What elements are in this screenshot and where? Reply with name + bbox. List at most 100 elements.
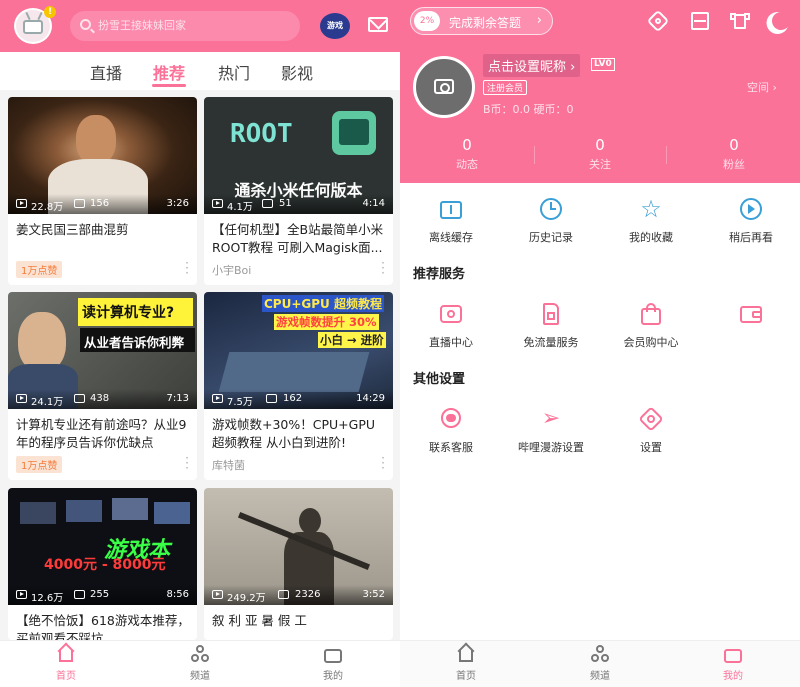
play-count-icon: [212, 394, 223, 403]
nav-mine[interactable]: 我的: [303, 645, 363, 682]
danmaku-icon: [266, 394, 277, 403]
view-count: 249.2万: [227, 593, 266, 604]
view-count: 12.6万: [31, 593, 64, 604]
search-placeholder: 扮雪王接妹妹回家: [98, 19, 186, 32]
video-meta: 12.6万 255 8:56: [8, 585, 197, 605]
more-options-icon[interactable]: · · ·: [381, 452, 385, 474]
mail-icon[interactable]: [368, 17, 388, 32]
thumbnail-subtext: 游戏帧数提升 30%: [274, 314, 379, 330]
danmaku-icon: [262, 199, 273, 208]
nav-home[interactable]: 首页: [36, 642, 96, 682]
channel-icon: [190, 645, 210, 663]
video-meta: 24.1万 438 7:13: [8, 389, 197, 409]
coin-balance: B币：0.0 硬币：0: [483, 103, 574, 116]
settings-gear-icon: [638, 406, 664, 432]
video-author[interactable]: 小宇Boi: [212, 262, 251, 278]
video-card[interactable]: 22.8万 156 3:26 姜文民国三部曲混剪 1万点赞 · · ·: [8, 97, 197, 285]
set-nickname-button[interactable]: 点击设置昵称 ›: [483, 54, 581, 77]
nav-home[interactable]: 首页: [436, 642, 496, 682]
stat-dynamic[interactable]: 0 动态: [427, 136, 507, 172]
video-author[interactable]: 库特菌: [212, 457, 245, 473]
more-options-icon[interactable]: · · ·: [185, 452, 189, 474]
danmaku-icon: [74, 199, 85, 208]
profile-avatar[interactable]: [413, 56, 475, 118]
profile-screen: 2% 完成剩余答题 › 点击设置昵称 › LV0 注册会员 B币：0.0 硬币：…: [400, 0, 800, 687]
nickname-label: 点击设置昵称: [488, 60, 567, 75]
night-mode-icon[interactable]: [770, 11, 790, 31]
wallet-item[interactable]: [706, 302, 796, 334]
favorites-item[interactable]: ☆ 我的收藏: [606, 197, 696, 245]
danmaku-count: 2326: [295, 589, 321, 600]
video-card[interactable]: 249.2万 2326 3:52 叙 利 亚 暑 假 工: [204, 488, 393, 640]
scan-icon[interactable]: [690, 11, 710, 31]
likes-badge: 1万点赞: [16, 456, 63, 473]
video-card[interactable]: CPU+GPU 超频教程 游戏帧数提升 30% 小白 → 进阶 7.5万 162…: [204, 292, 393, 480]
view-count: 7.5万: [227, 397, 253, 408]
download-folder-icon: [439, 197, 463, 221]
search-icon: [80, 19, 91, 30]
video-title: 计算机专业还有前途吗？从业9年的程序员告诉你优缺点: [16, 417, 187, 450]
nav-channel[interactable]: 频道: [170, 645, 230, 682]
divider: [666, 146, 667, 164]
nav-mine[interactable]: 我的: [703, 645, 763, 682]
theme-shirt-icon[interactable]: [730, 11, 750, 31]
roaming-settings-item[interactable]: ➢ 哔哩漫游设置: [506, 407, 596, 455]
bottom-navigation: 首页 频道 我的: [400, 640, 800, 687]
video-card[interactable]: 游戏本 4000元 - 8000元 12.6万 255 8:56 【绝不恰饭】6…: [8, 488, 197, 640]
profile-header: 2% 完成剩余答题 › 点击设置昵称 › LV0 注册会员 B币：0.0 硬币：…: [400, 0, 800, 183]
video-title: 姜文民国三部曲混剪: [16, 222, 129, 237]
item-label: 哔哩漫游设置: [518, 441, 584, 454]
thumbnail-text: 读计算机专业?: [82, 305, 175, 321]
more-options-icon[interactable]: · · ·: [381, 257, 385, 279]
tv-icon: [323, 645, 343, 663]
video-duration: 7:13: [166, 393, 189, 404]
tab-movies[interactable]: 影视: [281, 60, 313, 84]
video-card[interactable]: 读计算机专业? 从业者告诉你利弊 24.1万 438 7:13 计算机专业还有前…: [8, 292, 197, 480]
vip-shop-item[interactable]: 会员购中心: [606, 302, 696, 350]
danmaku-count: 438: [90, 393, 110, 404]
play-count-icon: [16, 199, 27, 208]
history-item[interactable]: 历史记录: [506, 197, 596, 245]
tab-hot[interactable]: 热门: [218, 60, 250, 84]
customer-service-item[interactable]: 联系客服: [406, 407, 496, 455]
camera-icon: [434, 79, 454, 94]
quiz-button[interactable]: 2% 完成剩余答题 ›: [410, 7, 553, 35]
home-tabs: 直播 推荐 热门 影视: [0, 52, 400, 90]
video-meta: 249.2万 2326 3:52: [204, 585, 393, 605]
search-input[interactable]: 扮雪王接妹妹回家: [70, 11, 300, 41]
danmaku-count: 51: [279, 198, 292, 209]
free-data-item[interactable]: 免流量服务: [506, 302, 596, 350]
thumbnail-subtext: 从业者告诉你利弊: [84, 335, 185, 350]
space-label: 空间: [747, 81, 769, 94]
danmaku-count: 156: [90, 198, 110, 209]
video-duration: 3:26: [166, 198, 189, 209]
space-link[interactable]: 空间 ›: [747, 79, 777, 95]
settings-item[interactable]: 设置: [606, 406, 696, 455]
clock-icon: [539, 197, 563, 221]
more-options-icon[interactable]: · · ·: [185, 257, 189, 279]
item-label: 免流量服务: [523, 336, 579, 349]
paper-plane-icon: ➢: [541, 406, 561, 431]
divider: [534, 146, 535, 164]
item-label: 设置: [640, 441, 662, 454]
video-card[interactable]: ROOT 通杀小米任何版本 4.1万 51 4:14 【任何机型】全B站最简单小…: [204, 97, 393, 285]
home-screen: ! 扮雪王接妹妹回家 游戏 直播 推荐 热门 影视 22.8万 156 3:26…: [0, 0, 400, 687]
thumbnail-text: ROOT: [230, 119, 293, 149]
tab-recommend[interactable]: 推荐: [153, 60, 185, 84]
channel-icon: [590, 645, 610, 663]
nav-channel[interactable]: 频道: [570, 645, 630, 682]
skin-gear-icon[interactable]: [646, 9, 670, 33]
live-center-item[interactable]: 直播中心: [406, 302, 496, 350]
watch-later-item[interactable]: 稍后再看: [706, 197, 796, 245]
tab-live[interactable]: 直播: [90, 60, 122, 84]
play-count-icon: [16, 394, 27, 403]
stat-following[interactable]: 0 关注: [560, 136, 640, 172]
game-center-icon[interactable]: 游戏: [320, 13, 350, 39]
video-meta: 22.8万 156 3:26: [8, 194, 197, 214]
other-section-title: 其他设置: [413, 372, 466, 387]
stat-fans[interactable]: 0 粉丝: [694, 136, 774, 172]
danmaku-icon: [74, 590, 85, 599]
offline-cache-item[interactable]: 离线缓存: [406, 197, 496, 245]
stat-value: 0: [462, 136, 472, 154]
video-duration: 4:14: [362, 198, 385, 209]
